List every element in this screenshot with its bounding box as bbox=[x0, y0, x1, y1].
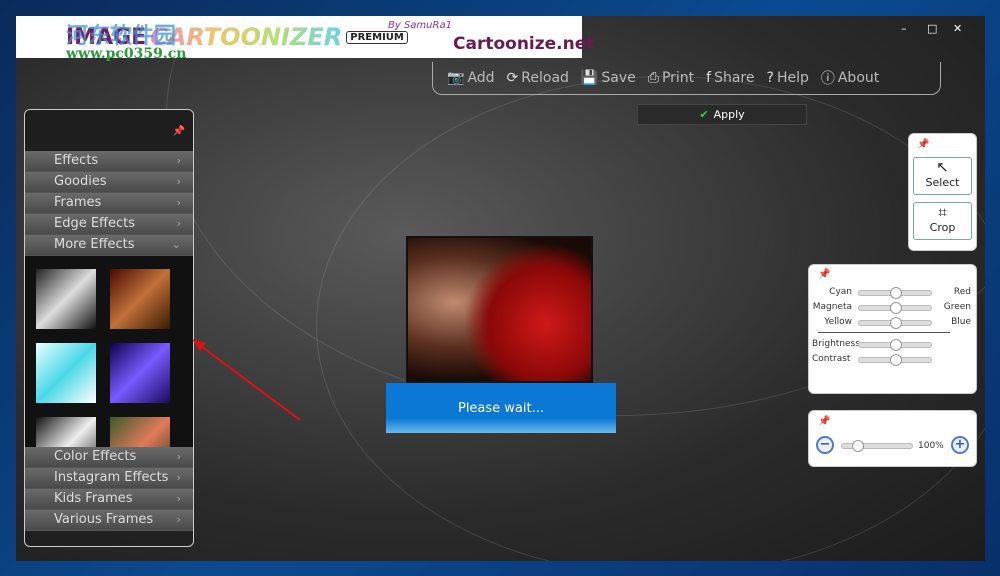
pin-icon[interactable]: 📌 bbox=[818, 416, 830, 427]
yellow-blue-slider[interactable] bbox=[858, 317, 932, 329]
app-window: IMAGE CARTOONIZER PREMIUM By SamuRa1 Car… bbox=[16, 16, 985, 561]
pin-icon[interactable]: 📌 bbox=[917, 139, 929, 150]
zoom-in-icon[interactable]: + bbox=[951, 436, 969, 454]
crop-icon: ⌗ bbox=[938, 203, 947, 221]
slider-thumb[interactable] bbox=[890, 354, 902, 366]
zoom-panel: 📌 − 100% + bbox=[808, 410, 977, 467]
crop-label: Crop bbox=[929, 221, 956, 234]
slider-thumb[interactable] bbox=[890, 339, 902, 351]
zoom-slider[interactable] bbox=[841, 440, 913, 452]
tools-panel: 📌 ↖ Select ⌗ Crop bbox=[908, 133, 977, 251]
select-tool-button[interactable]: ↖ Select bbox=[913, 157, 972, 195]
cyan-red-slider[interactable] bbox=[858, 287, 932, 299]
select-label: Select bbox=[925, 176, 960, 189]
brightness-label: Brightness bbox=[812, 339, 860, 349]
slider-thumb[interactable] bbox=[890, 302, 902, 314]
color-adjust-panel: 📌 Cyan Red Magneta Green Yellow Blue Brightnes… bbox=[808, 264, 977, 394]
contrast-label: Contrast bbox=[812, 354, 851, 364]
brightness-slider[interactable] bbox=[858, 339, 932, 351]
slider-thumb[interactable] bbox=[890, 287, 902, 299]
divider bbox=[818, 332, 950, 333]
slider-left-label: Magneta bbox=[812, 302, 852, 312]
slider-left-label: Yellow bbox=[824, 317, 852, 327]
magneta-green-slider[interactable] bbox=[858, 302, 932, 314]
slider-left-label: Cyan bbox=[829, 287, 852, 297]
crop-tool-button[interactable]: ⌗ Crop bbox=[913, 202, 972, 240]
contrast-slider[interactable] bbox=[858, 354, 932, 366]
zoom-value: 100% bbox=[918, 441, 944, 451]
slider-right-label: Blue bbox=[951, 317, 971, 327]
slider-thumb[interactable] bbox=[852, 440, 864, 452]
pin-icon[interactable]: 📌 bbox=[818, 269, 830, 280]
cursor-icon: ↖ bbox=[936, 158, 949, 176]
zoom-out-icon[interactable]: − bbox=[816, 436, 834, 454]
slider-right-label: Red bbox=[953, 287, 971, 297]
slider-right-label: Green bbox=[943, 302, 971, 312]
slider-thumb[interactable] bbox=[890, 317, 902, 329]
